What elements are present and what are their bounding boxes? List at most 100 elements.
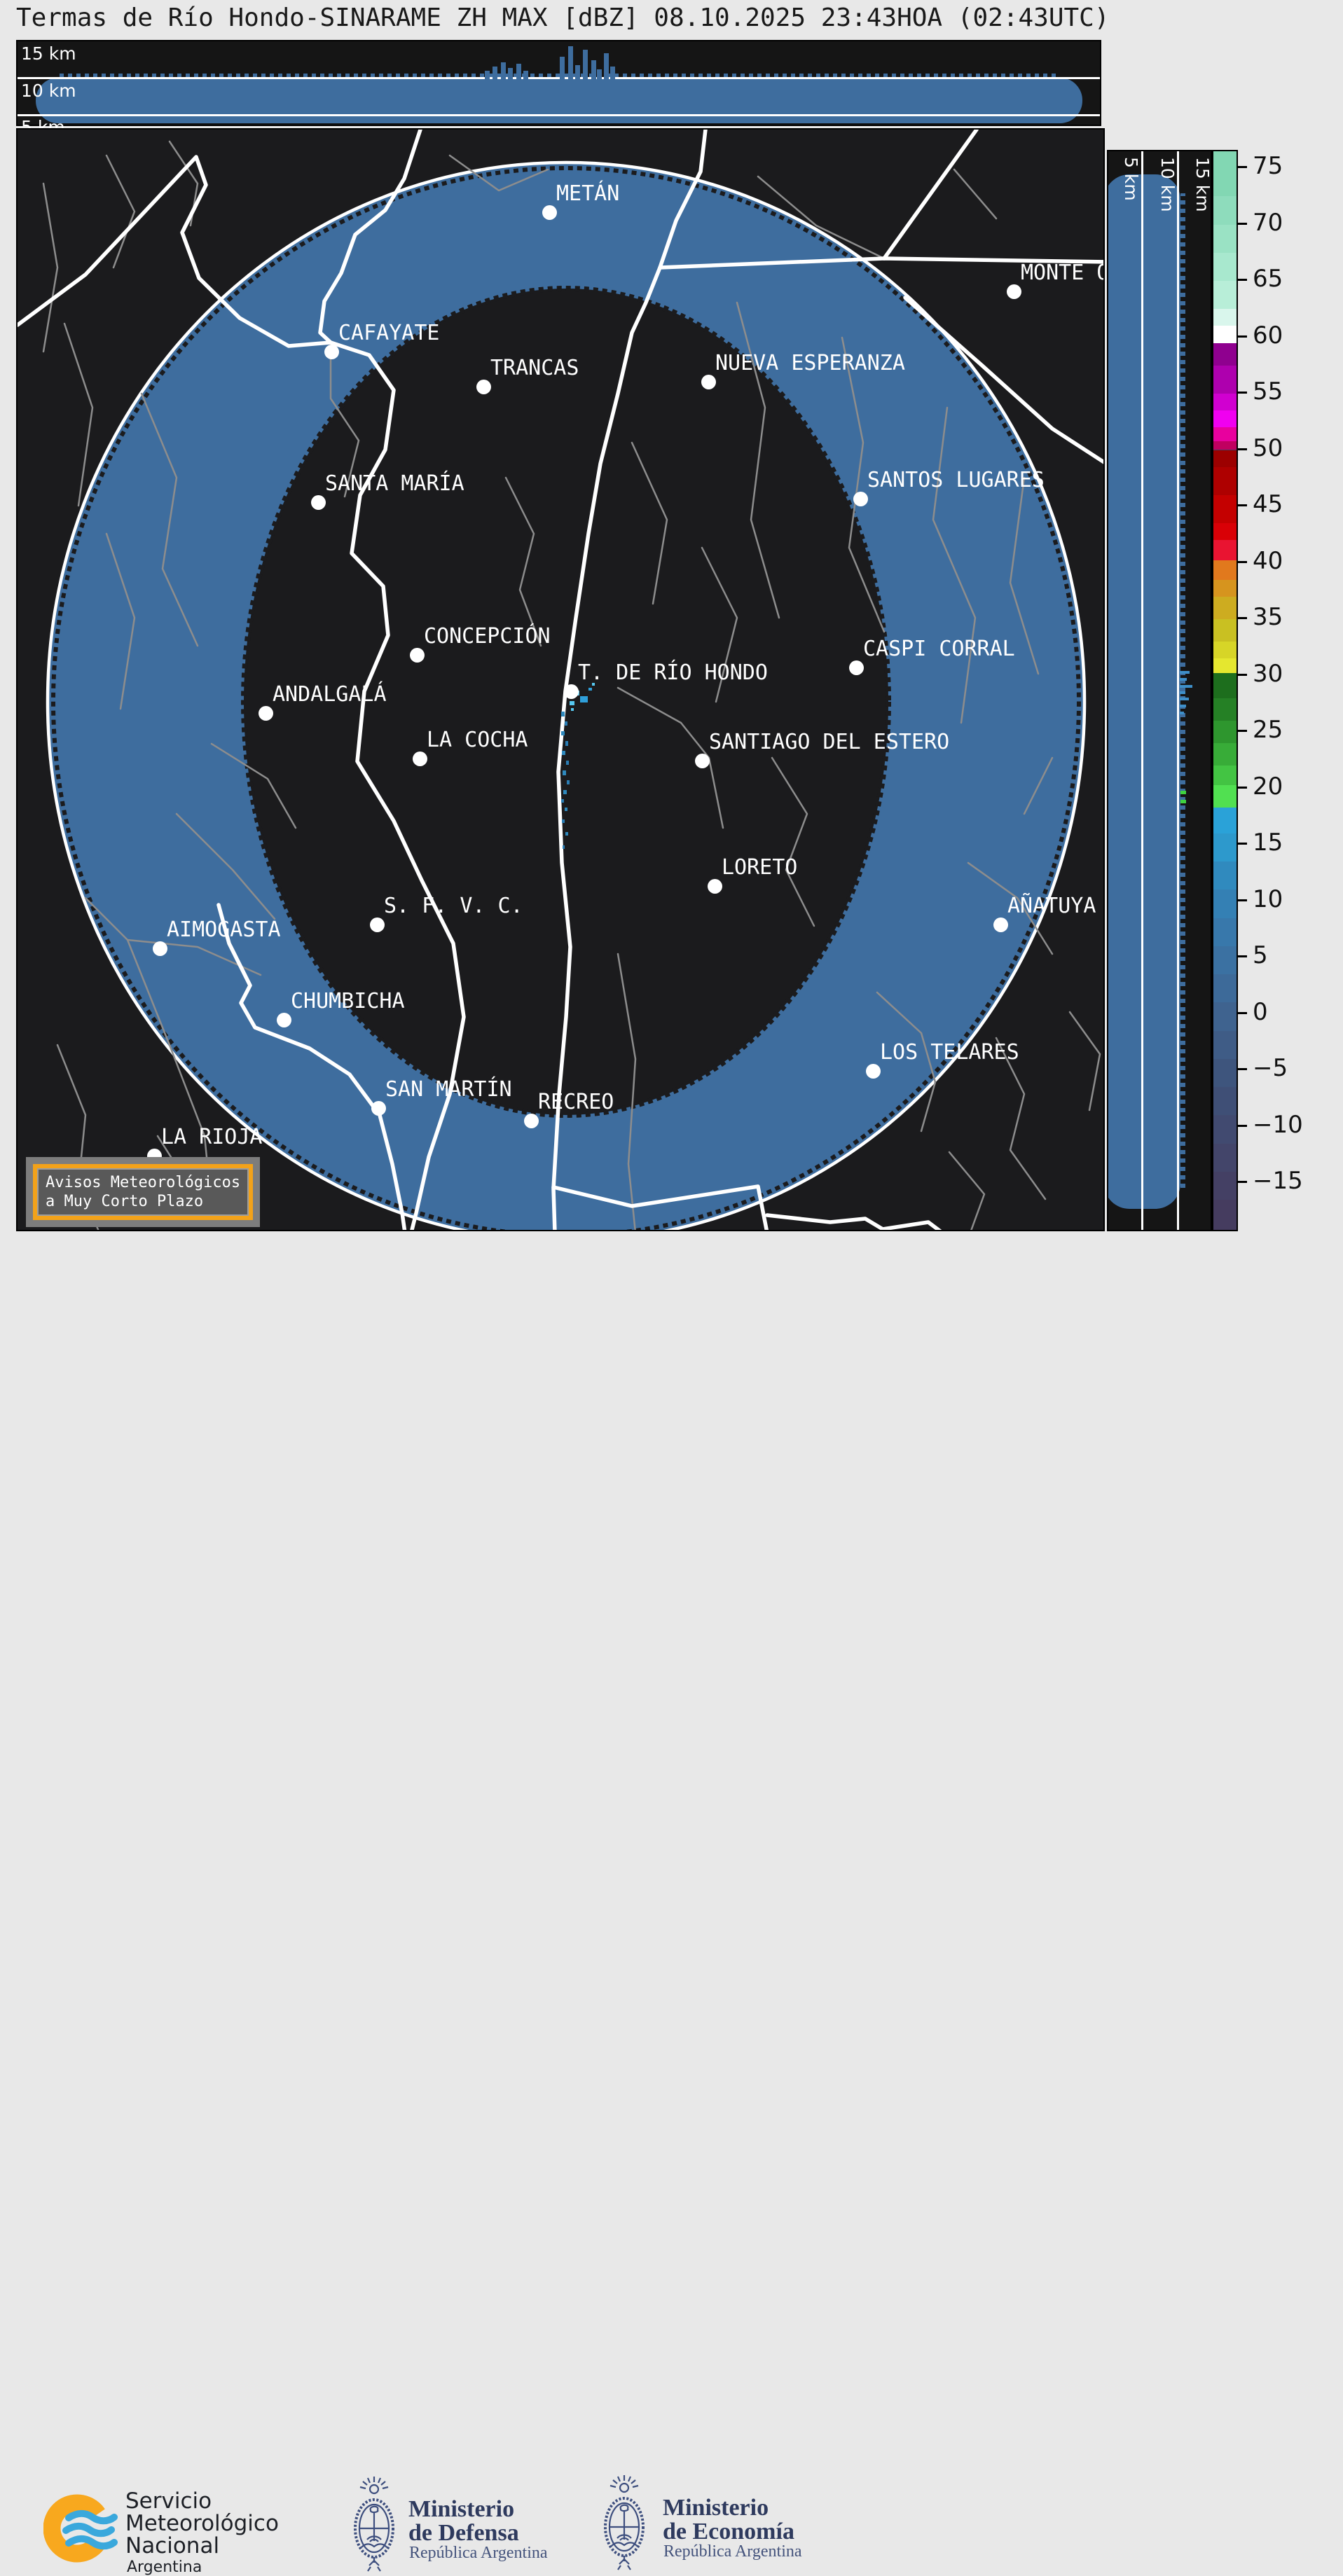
colorbar-segment <box>1213 560 1237 579</box>
colorbar-tick-label: 20 <box>1253 773 1283 801</box>
top-profile-echo-spike <box>501 62 506 83</box>
smn-line-1: Servicio <box>125 2491 212 2512</box>
city-dot <box>993 917 1008 932</box>
city-label: AÑATUYA <box>1007 894 1096 918</box>
advisory-box: Avisos Meteorológicos a Muy Corto Plazo <box>26 1157 260 1227</box>
top-profile-echo-spike <box>523 71 528 83</box>
colorbar-segment <box>1213 785 1237 808</box>
top-profile-echo-spike <box>591 60 596 83</box>
city-label: LA COCHA <box>427 728 528 752</box>
colorbar-tick-label: 35 <box>1253 603 1283 631</box>
city-dot <box>153 941 167 956</box>
city-label: CONCEPCIÓN <box>424 624 551 649</box>
radar-echo-pixel <box>563 845 565 849</box>
city-dot <box>853 492 868 506</box>
city-dot <box>701 375 716 389</box>
colorbar-segment <box>1213 721 1237 743</box>
radar-echo-pixel <box>562 819 565 823</box>
colorbar-tick-label: 40 <box>1253 547 1283 575</box>
smn-logo-icon <box>43 2488 120 2569</box>
colorbar-segment <box>1213 410 1237 427</box>
top-profile-panel: 15 km 10 km 5 km <box>16 40 1101 126</box>
colorbar-segment <box>1213 441 1237 450</box>
radar-echo-pixel <box>570 701 574 705</box>
colorbar-tick-label: 10 <box>1253 885 1283 913</box>
colorbar-tick-label: 45 <box>1253 490 1283 518</box>
colorbar-segment <box>1213 1059 1237 1087</box>
city-label: AIMOGASTA <box>167 917 281 942</box>
economia-line-2: de Economía <box>663 2519 794 2545</box>
smn-line-2: Meteorológico <box>125 2513 279 2535</box>
side-profile-echo-dash <box>1180 678 1187 681</box>
city-label: SANTA MARÍA <box>325 471 464 496</box>
city-dot <box>542 205 557 220</box>
city-dot <box>564 684 579 699</box>
city-label: MONTE Q <box>1021 261 1105 285</box>
city-label: CAFAYATE <box>338 321 440 345</box>
colorbar-tick-label: 50 <box>1253 434 1283 462</box>
city-dot <box>370 917 385 932</box>
colorbar-segment <box>1213 974 1237 1002</box>
colorbar-segment <box>1213 253 1237 281</box>
colorbar-tick <box>1238 843 1247 845</box>
colorbar-segment <box>1213 495 1237 523</box>
colorbar-segment <box>1213 597 1237 619</box>
city-dot <box>259 706 273 721</box>
top-profile-10km-line <box>18 77 1100 79</box>
radar-echo-pixel <box>561 712 565 716</box>
colorbar-segment <box>1213 642 1237 658</box>
colorbar-tick <box>1238 787 1247 789</box>
top-profile-echo-spike <box>508 68 513 83</box>
top-profile-echo-spike <box>516 64 521 83</box>
city-dot <box>524 1114 539 1128</box>
city-label: LORETO <box>722 855 797 880</box>
colorbar-segment <box>1213 580 1237 597</box>
city-label: LA RIOJA <box>161 1125 263 1149</box>
side-profile-echo-dash <box>1180 705 1186 707</box>
colorbar-segment <box>1213 808 1237 833</box>
city-dot <box>708 879 722 894</box>
radar-echo-pixel <box>561 731 565 735</box>
colorbar-segment <box>1213 151 1237 196</box>
colorbar-segment <box>1213 326 1237 342</box>
side-profile-echo-dash <box>1180 671 1190 674</box>
city-dot <box>1007 284 1021 299</box>
defensa-line-2: de Defensa <box>408 2520 519 2547</box>
footer: Servicio Meteorológico Nacional Argentin… <box>0 1233 1343 1337</box>
colorbar-tick <box>1238 223 1247 225</box>
economia-subtitle: República Argentina <box>663 2542 802 2561</box>
city-label: LOS TELARES <box>880 1040 1019 1065</box>
colorbar-tick <box>1238 617 1247 619</box>
city-dot <box>277 1013 291 1027</box>
colorbar-segment <box>1213 309 1237 326</box>
top-profile-echo-spike <box>568 46 573 83</box>
top-profile-echo-spike <box>493 67 497 83</box>
city-label: SANTIAGO DEL ESTERO <box>709 730 949 754</box>
economia-coat-icon <box>600 2472 649 2572</box>
top-profile-echo-spike <box>597 69 602 83</box>
colorbar-tick-label: 30 <box>1253 660 1283 688</box>
colorbar-segment <box>1213 196 1237 224</box>
colorbar-tick <box>1238 730 1247 732</box>
side-profile-echo-dash <box>1180 691 1185 694</box>
side-profile-label-5km: 5 km <box>1121 157 1141 201</box>
colorbar-tick <box>1238 561 1247 563</box>
colorbar-segment <box>1213 427 1237 441</box>
city-label: CHUMBICHA <box>291 989 405 1013</box>
colorbar-tick-label: −5 <box>1253 1054 1288 1082</box>
city-dot <box>413 752 427 766</box>
city-label: T. DE RÍO HONDO <box>578 660 768 685</box>
smn-line-4: Argentina <box>127 2558 202 2576</box>
city-label: CASPI CORRAL <box>863 637 1015 661</box>
colorbar-tick <box>1238 674 1247 676</box>
colorbar-segment <box>1213 918 1237 946</box>
side-profile-panel: 5 km 10 km 15 km <box>1107 150 1212 1231</box>
page-title: Termas de Río Hondo-SINARAME ZH MAX [dBZ… <box>16 4 1110 32</box>
colorbar-tick <box>1238 1181 1247 1183</box>
city-dot <box>324 345 339 359</box>
colorbar: 757065605550454035302520151050−5−10−15 <box>1212 150 1238 1231</box>
radar-echo-pixel <box>562 751 565 755</box>
colorbar-segment <box>1213 698 1237 721</box>
radar-echo-pixel <box>561 799 564 803</box>
colorbar-tick-label: 60 <box>1253 321 1283 349</box>
